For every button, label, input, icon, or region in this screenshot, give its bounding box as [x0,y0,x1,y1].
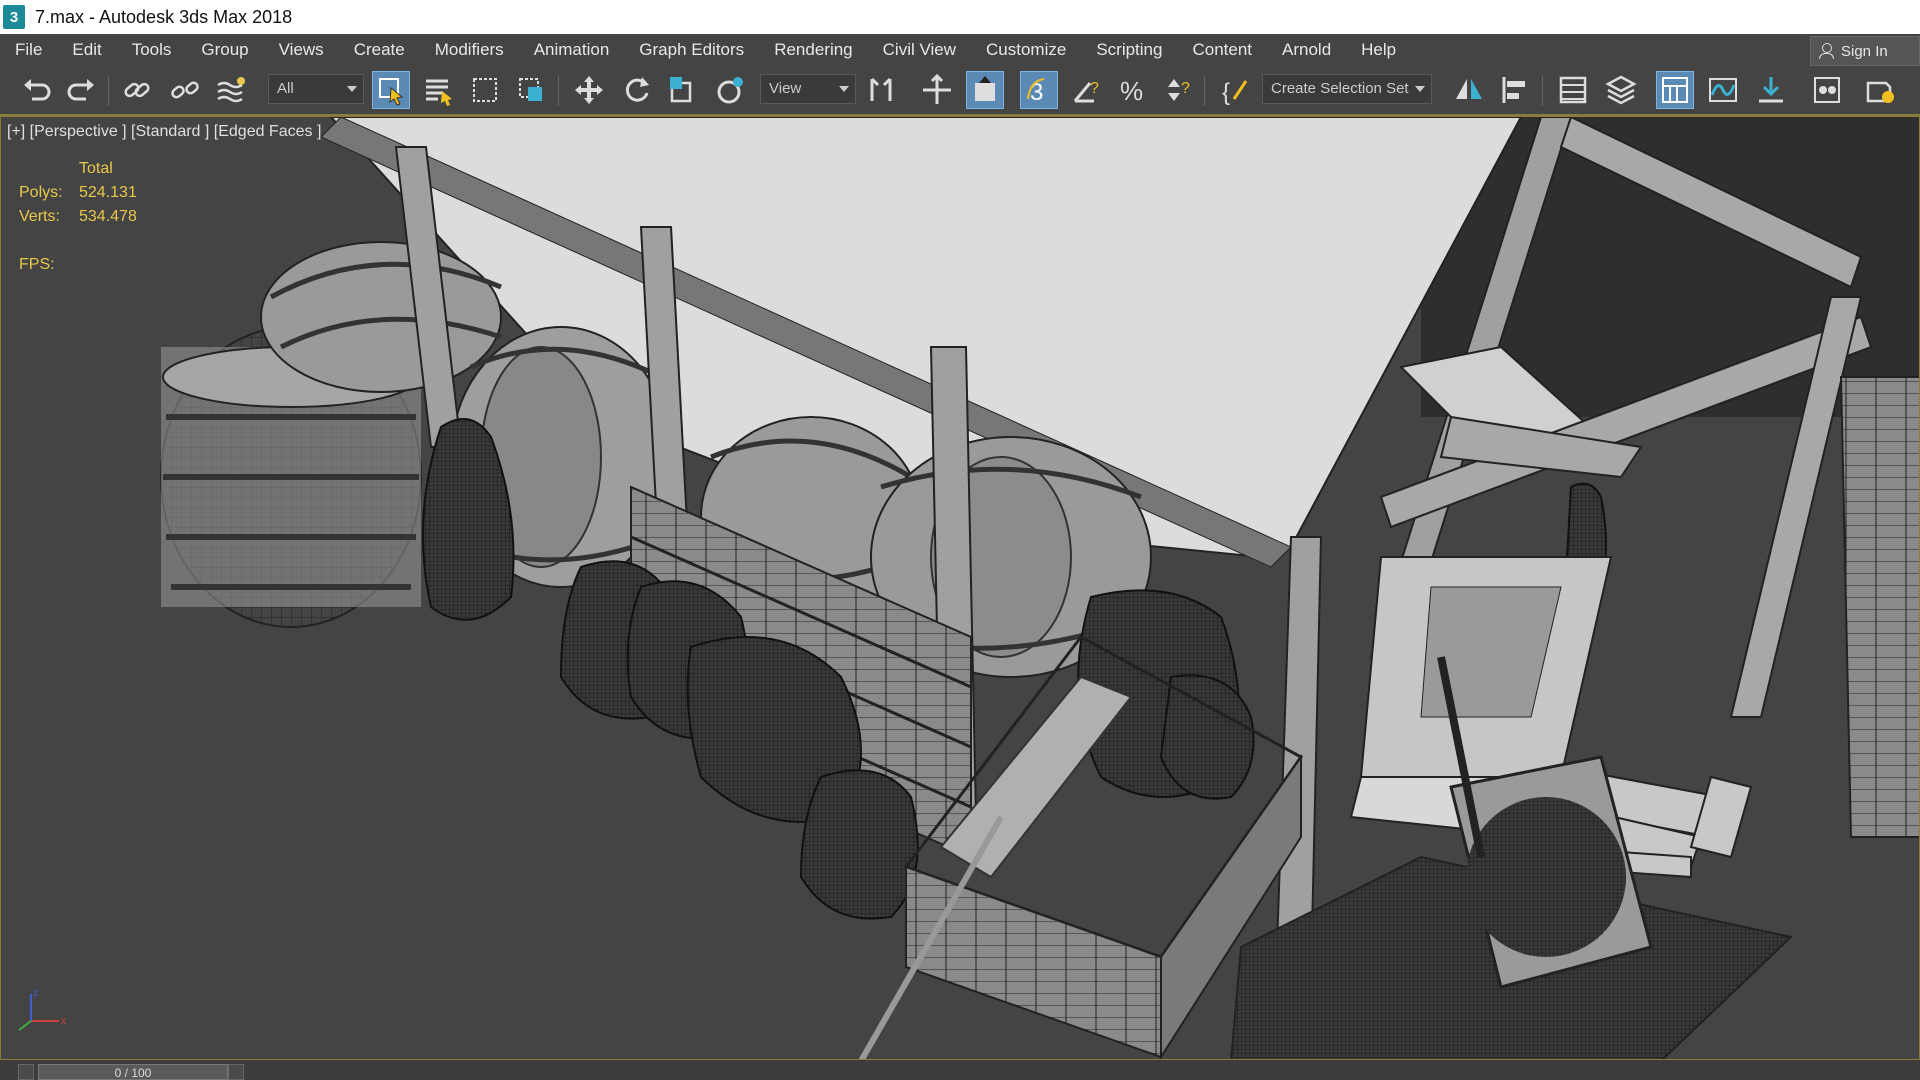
svg-text:{: { [1222,79,1230,106]
named-selection-dropdown[interactable]: Create Selection Set [1262,74,1432,104]
menu-tools[interactable]: Tools [117,34,187,66]
rotate-icon[interactable] [618,71,656,109]
fps-label: FPS: [19,256,55,273]
menu-civil-view[interactable]: Civil View [868,34,971,66]
render-setup-icon[interactable] [1862,71,1900,109]
perspective-viewport[interactable]: [+] [Perspective ] [Standard ] [Edged Fa… [0,116,1920,1060]
verts-label: Verts: [19,208,60,225]
viewport-label[interactable]: [+] [Perspective ] [Standard ] [Edged Fa… [7,123,321,141]
keyboard-shortcut-override-icon[interactable] [966,71,1004,109]
move-icon[interactable] [570,71,608,109]
time-slider-bar: 0 / 100 [0,1060,1920,1080]
window-title: 7.max - Autodesk 3ds Max 2018 [35,6,293,27]
snaps-toggle-icon[interactable]: 3 [1020,71,1058,109]
selection-filter-value: All [277,80,294,97]
mirror-icon[interactable] [1450,71,1488,109]
axis-tripod-icon: xz [11,986,71,1041]
toggle-ribbon-icon[interactable] [1656,71,1694,109]
menu-animation[interactable]: Animation [519,34,625,66]
reference-coordinate-dropdown[interactable]: View [760,74,856,104]
pivot-center-icon[interactable] [862,71,900,109]
statistics-overlay: Total Polys: 524.131 Verts: 534.478 FPS: [19,157,137,277]
polys-value: 524.131 [79,184,137,201]
scale-icon[interactable] [664,71,702,109]
menu-rendering[interactable]: Rendering [759,34,867,66]
placement-icon[interactable] [712,71,750,109]
main-toolbar: All View 3 ? % ? { Create Selection Set [0,66,1920,116]
selection-filter-dropdown[interactable]: All [268,74,364,104]
menu-graph-editors[interactable]: Graph Editors [624,34,759,66]
svg-text:%: % [1120,76,1143,106]
menu-bar: File Edit Tools Group Views Create Modif… [0,34,1920,66]
schematic-view-icon[interactable] [1752,71,1790,109]
select-object-icon[interactable] [372,71,410,109]
scene-explorer-icon[interactable] [1554,71,1592,109]
menu-help[interactable]: Help [1346,34,1411,66]
select-manipulate-icon[interactable] [918,71,956,109]
sign-in-label: Sign In [1841,42,1888,60]
previous-frame-button[interactable] [18,1064,34,1080]
curve-editor-icon[interactable] [1704,71,1742,109]
select-by-name-icon[interactable] [420,71,458,109]
link-icon[interactable] [118,71,156,109]
bind-space-warp-icon[interactable] [212,71,250,109]
edit-named-selection-icon[interactable]: { [1216,71,1254,109]
polys-label: Polys: [19,184,63,201]
svg-text:x: x [61,1016,66,1027]
svg-text:z: z [33,988,38,999]
menu-customize[interactable]: Customize [971,34,1081,66]
align-icon[interactable] [1496,71,1534,109]
time-slider[interactable]: 0 / 100 [38,1064,228,1080]
menu-create[interactable]: Create [339,34,420,66]
menu-file[interactable]: File [0,34,57,66]
window-crossing-icon[interactable] [512,71,550,109]
next-frame-button[interactable] [228,1064,244,1080]
stats-total-header: Total [79,160,113,177]
menu-group[interactable]: Group [186,34,263,66]
named-selection-value: Create Selection Set [1271,80,1409,97]
verts-value: 534.478 [79,208,137,225]
unlink-icon[interactable] [166,71,204,109]
material-editor-icon[interactable] [1808,71,1846,109]
menu-scripting[interactable]: Scripting [1081,34,1177,66]
app-logo: 3 [3,5,25,29]
svg-text:3: 3 [1030,79,1043,106]
rectangular-selection-icon[interactable] [466,71,504,109]
svg-text:?: ? [1181,80,1190,97]
percent-snap-icon[interactable]: % [1114,71,1152,109]
undo-icon[interactable] [18,71,56,109]
redo-icon[interactable] [62,71,100,109]
menu-views[interactable]: Views [264,34,339,66]
menu-modifiers[interactable]: Modifiers [420,34,519,66]
svg-text:?: ? [1090,80,1099,97]
right-crate-stack [1839,376,1919,838]
spinner-snap-icon[interactable]: ? [1160,71,1198,109]
menu-edit[interactable]: Edit [57,34,116,66]
barrel-back [260,241,502,393]
sign-in-button[interactable]: Sign In [1810,36,1920,66]
user-icon [1819,43,1834,59]
menu-content[interactable]: Content [1177,34,1267,66]
scene-wireframe [1,117,1919,1059]
reference-coordinate-value: View [769,80,802,97]
menu-arnold[interactable]: Arnold [1267,34,1346,66]
layer-explorer-icon[interactable] [1602,71,1640,109]
title-bar: 3 7.max - Autodesk 3ds Max 2018 [0,0,1920,34]
angle-snap-icon[interactable]: ? [1068,71,1106,109]
